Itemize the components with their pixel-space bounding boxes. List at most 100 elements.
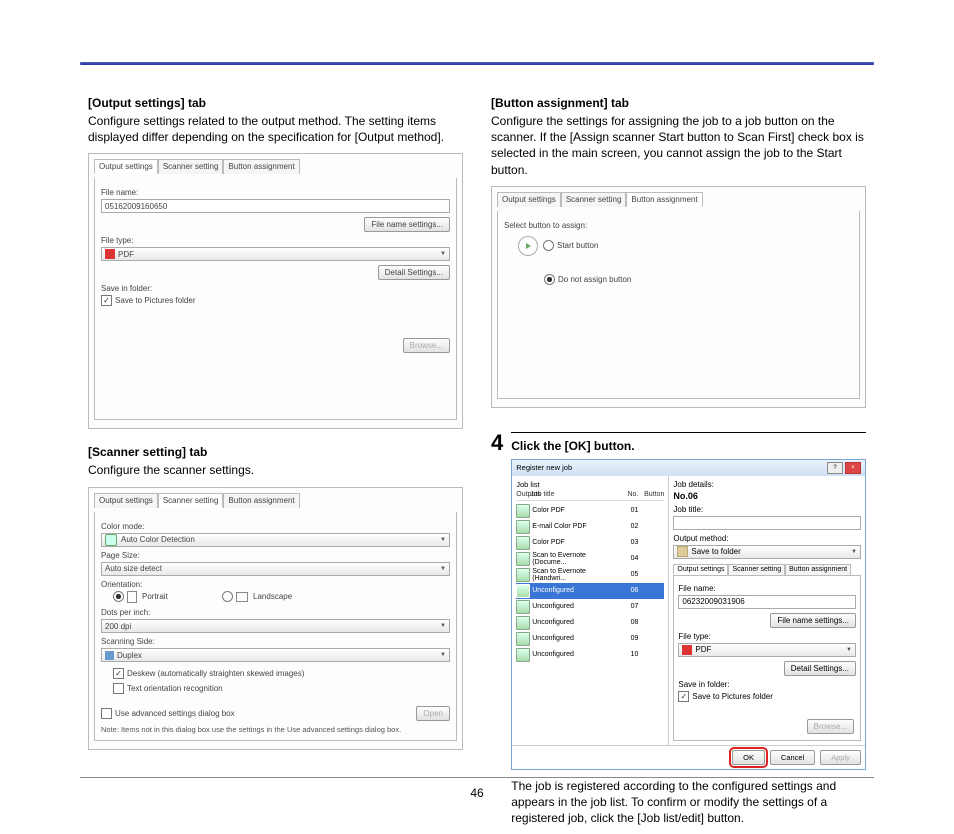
job-number-heading: No.06 [673,491,861,501]
portrait-icon [127,591,137,603]
label-save-in-folder: Save in folder: [678,680,856,689]
landscape-icon [236,592,248,602]
job-list-row[interactable]: E-mail Color PDF02 [516,519,664,535]
scanning-side-combo[interactable]: Duplex [101,648,450,662]
job-icon [516,552,530,566]
job-list-row[interactable]: Scan to Evernote (Handwri...05 [516,567,664,583]
dialog-title: Register new job [516,463,572,472]
job-list-row[interactable]: Color PDF01 [516,503,664,519]
col-no: No. [620,491,638,498]
job-list-row[interactable]: Unconfigured09 [516,631,664,647]
tab-scanner-setting[interactable]: Scanner setting [158,159,224,174]
start-button-icon [518,236,538,256]
page-size-combo[interactable]: Auto size detect [101,562,450,576]
page-number: 46 [0,786,954,800]
save-to-pictures-checkbox[interactable]: Save to Pictures folder [101,295,195,306]
job-icon [516,600,530,614]
col-outputs: Outputs [516,491,530,498]
save-to-pictures-checkbox[interactable]: Save to Pictures folder [678,691,772,702]
ok-button[interactable]: OK [732,750,765,765]
apply-button[interactable]: Apply [820,750,861,765]
tab-output-settings[interactable]: Output settings [94,159,158,174]
tab-scanner-setting[interactable]: Scanner setting [728,564,785,575]
paragraph: Configure the settings for assigning the… [491,113,866,178]
job-icon [516,504,530,518]
text-orientation-checkbox[interactable]: Text orientation recognition [113,683,223,694]
file-type-combo[interactable]: PDF [678,643,856,657]
screenshot-register-job-dialog: Register new job ? × Job list Outputs [511,459,866,770]
browse-button[interactable]: Browse... [403,338,450,353]
tab-output-settings[interactable]: Output settings [673,564,728,575]
job-title-field[interactable] [673,516,861,530]
job-icon [516,520,530,534]
file-name-settings-button[interactable]: File name settings... [770,613,856,628]
detail-settings-button[interactable]: Detail Settings... [784,661,856,676]
label-page-size: Page Size: [101,551,450,560]
job-list-row[interactable]: Unconfigured10 [516,647,664,663]
pdf-icon [105,249,115,259]
tab-output-settings[interactable]: Output settings [497,192,561,207]
use-advanced-checkbox[interactable]: Use advanced settings dialog box [101,708,235,719]
label-dpi: Dots per inch: [101,608,450,617]
job-list-row[interactable]: Scan to Evernote (Docume...04 [516,551,664,567]
label-file-type: File type: [678,632,856,641]
file-name-field[interactable]: 05162009160650 [101,199,450,213]
paragraph: Configure the scanner settings. [88,462,463,478]
start-button-radio[interactable]: Start button [543,240,598,251]
job-icon [516,648,530,662]
tab-button-assignment[interactable]: Button assignment [785,564,851,575]
label-file-name: File name: [678,584,856,593]
heading-button-assignment-tab: [Button assignment] tab [491,96,866,110]
tab-output-settings[interactable]: Output settings [94,493,158,508]
pdf-icon [682,645,692,655]
screenshot-button-assignment: Output settings Scanner setting Button a… [491,186,866,408]
heading-output-settings-tab: [Output settings] tab [88,96,463,110]
open-button[interactable]: Open [416,706,450,721]
browse-button[interactable]: Browse... [807,719,854,734]
label-job-list: Job list [516,480,664,489]
file-name-field[interactable]: 06232009031906 [678,595,856,609]
job-icon [516,536,530,550]
output-method-combo[interactable]: Save to folder [673,545,861,559]
page-bottom-rule [80,777,874,778]
color-mode-combo[interactable]: Auto Color Detection [101,533,450,547]
tab-button-assignment[interactable]: Button assignment [223,159,299,174]
job-list-row[interactable]: Unconfigured07 [516,599,664,615]
portrait-radio[interactable]: Portrait [113,591,168,603]
tab-button-assignment[interactable]: Button assignment [223,493,299,508]
close-icon[interactable]: × [845,462,861,474]
mode-icon [105,534,117,546]
job-list-row[interactable]: Unconfigured08 [516,615,664,631]
col-job-title: Job title [530,491,620,498]
page-top-rule [80,62,874,65]
label-orientation: Orientation: [101,580,450,589]
file-type-combo[interactable]: PDF [101,247,450,261]
col-button: Button [638,491,664,498]
job-list-row[interactable]: Unconfigured06 [516,583,664,599]
step-number: 4 [491,432,503,454]
job-list-row[interactable]: Color PDF03 [516,535,664,551]
file-name-settings-button[interactable]: File name settings... [364,217,450,232]
tab-scanner-setting[interactable]: Scanner setting [158,493,224,508]
step-title: Click the [OK] button. [511,439,866,453]
tab-scanner-setting[interactable]: Scanner setting [561,192,627,207]
do-not-assign-radio[interactable]: Do not assign button [544,274,631,285]
job-icon [516,616,530,630]
job-icon [516,568,530,582]
duplex-icon [105,651,114,660]
screenshot-output-settings: Output settings Scanner setting Button a… [88,153,463,429]
screenshot-scanner-setting: Output settings Scanner setting Button a… [88,487,463,751]
label-scanning-side: Scanning Side: [101,637,450,646]
help-icon[interactable]: ? [827,462,843,474]
dpi-combo[interactable]: 200 dpi [101,619,450,633]
deskew-checkbox[interactable]: Deskew (automatically straighten skewed … [113,668,304,679]
label-job-details: Job details: [673,480,861,489]
landscape-radio[interactable]: Landscape [222,591,292,602]
tab-button-assignment[interactable]: Button assignment [626,192,702,207]
detail-settings-button[interactable]: Detail Settings... [378,265,450,280]
label-color-mode: Color mode: [101,522,450,531]
cancel-button[interactable]: Cancel [770,750,815,765]
paragraph: Configure settings related to the output… [88,113,463,145]
note-text: Note: Items not in this dialog box use t… [101,725,450,734]
job-icon [516,632,530,646]
